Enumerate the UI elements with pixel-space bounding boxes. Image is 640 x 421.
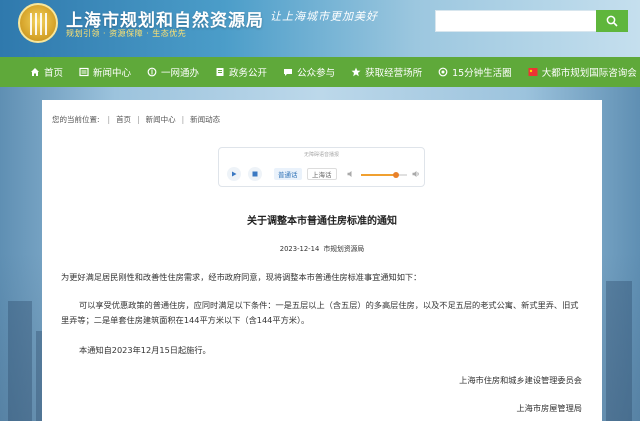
volume-icon[interactable] xyxy=(347,170,355,178)
nav-item-15min-life-circle[interactable]: 15分钟生活圈 xyxy=(430,57,520,87)
article-source: 市规划资源局 xyxy=(323,245,365,253)
nav-item-news[interactable]: 新闻中心 xyxy=(71,57,139,87)
nav-item-label: 获取经营场所 xyxy=(365,68,423,79)
nav-item-gov-affairs[interactable]: 政务公开 xyxy=(207,57,275,87)
audio-player: 无障碍语音播报 普通话 上海话 xyxy=(218,147,425,187)
background-building xyxy=(8,301,32,421)
service-icon xyxy=(147,67,157,77)
article-card: 您的当前位置: | 首页 | 新闻中心 | 新闻动态 无障碍语音播报 普通话 上… xyxy=(42,100,602,421)
shanghainese-toggle[interactable]: 上海话 xyxy=(307,168,337,180)
article-date: 2023-12-14 xyxy=(279,245,320,253)
breadcrumb-current[interactable]: 新闻动态 xyxy=(190,114,220,125)
article-meta: 2023-12-14 市规划资源局 xyxy=(42,243,602,253)
breadcrumb-separator: | xyxy=(181,115,185,124)
stop-icon xyxy=(252,171,258,177)
nav-item-label: 公众参与 xyxy=(297,68,336,79)
nav-item-label: 一网通办 xyxy=(161,68,200,79)
stop-button[interactable] xyxy=(248,167,262,181)
search-input[interactable] xyxy=(436,11,596,31)
flag-icon xyxy=(528,67,538,77)
star-icon xyxy=(351,67,361,77)
nav-item-home[interactable]: 首页 xyxy=(0,57,71,87)
article-paragraph: 为更好满足居民刚性和改善性住房需求，经市政府同意，现将调整本市普通住房标准事宜通… xyxy=(61,272,422,282)
mandarin-toggle[interactable]: 普通话 xyxy=(274,168,302,180)
signature-housing-commission: 上海市住房和城乡建设管理委员会 xyxy=(459,375,582,385)
nav-item-label: 15分钟生活圈 xyxy=(452,68,512,79)
background-building xyxy=(606,281,632,421)
search-box xyxy=(435,10,628,32)
nav-item-label: 新闻中心 xyxy=(93,68,132,79)
signature-housing-bureau: 上海市房屋管理局 xyxy=(516,403,582,413)
nav-item-label: 首页 xyxy=(44,68,64,79)
breadcrumb-separator: | xyxy=(107,115,111,124)
play-icon xyxy=(232,171,237,177)
nav-item-business-premises[interactable]: 获取经营场所 xyxy=(343,57,430,87)
home-icon xyxy=(30,67,40,77)
nav-item-online-service[interactable]: 一网通办 xyxy=(139,57,207,87)
nav-item-intl-consultation[interactable]: 大都市规划国际咨询会 xyxy=(520,57,640,87)
site-header: 上海市规划和自然资源局 规划引领 · 资源保障 · 生态优先 让上海城市更加美好 xyxy=(0,0,640,57)
site-slogan: 让上海城市更加美好 xyxy=(270,10,378,23)
main-nav: 首页 新闻中心 一网通办 政务公开 公众参与 获取经营场所 15分钟生活圈 大都… xyxy=(0,57,640,87)
nav-item-label: 政务公开 xyxy=(229,68,268,79)
search-button[interactable] xyxy=(596,10,628,32)
volume-fill xyxy=(361,174,396,176)
breadcrumb-prefix: 您的当前位置: xyxy=(52,115,100,124)
chat-icon xyxy=(283,67,293,77)
breadcrumb: 您的当前位置: | 首页 | 新闻中心 | 新闻动态 xyxy=(52,114,220,125)
news-icon xyxy=(79,67,89,77)
volume-slider[interactable] xyxy=(361,172,407,178)
site-logo[interactable] xyxy=(18,3,58,43)
site-subtitle: 规划引领 · 资源保障 · 生态优先 xyxy=(66,29,187,38)
player-title: 无障碍语音播报 xyxy=(303,152,339,158)
nav-item-public-participation[interactable]: 公众参与 xyxy=(275,57,343,87)
volume-max-icon[interactable] xyxy=(412,170,420,178)
search-icon xyxy=(606,15,618,27)
breadcrumb-home-link[interactable]: 首页 xyxy=(116,114,131,125)
circle-icon xyxy=(438,67,448,77)
play-button[interactable] xyxy=(227,167,241,181)
article-paragraph: 可以享受优惠政策的普通住房，应同时满足以下条件：一是五层以上（含五层）的多高层住… xyxy=(61,300,579,325)
document-icon xyxy=(215,67,225,77)
volume-knob[interactable] xyxy=(392,172,399,178)
breadcrumb-news-link[interactable]: 新闻中心 xyxy=(146,114,176,125)
article-title: 关于调整本市普通住房标准的通知 xyxy=(247,216,397,227)
breadcrumb-separator: | xyxy=(137,115,140,124)
article-paragraph: 本通知自2023年12月15日起施行。 xyxy=(79,345,211,355)
nav-item-label: 大都市规划国际咨询会 xyxy=(541,68,637,79)
